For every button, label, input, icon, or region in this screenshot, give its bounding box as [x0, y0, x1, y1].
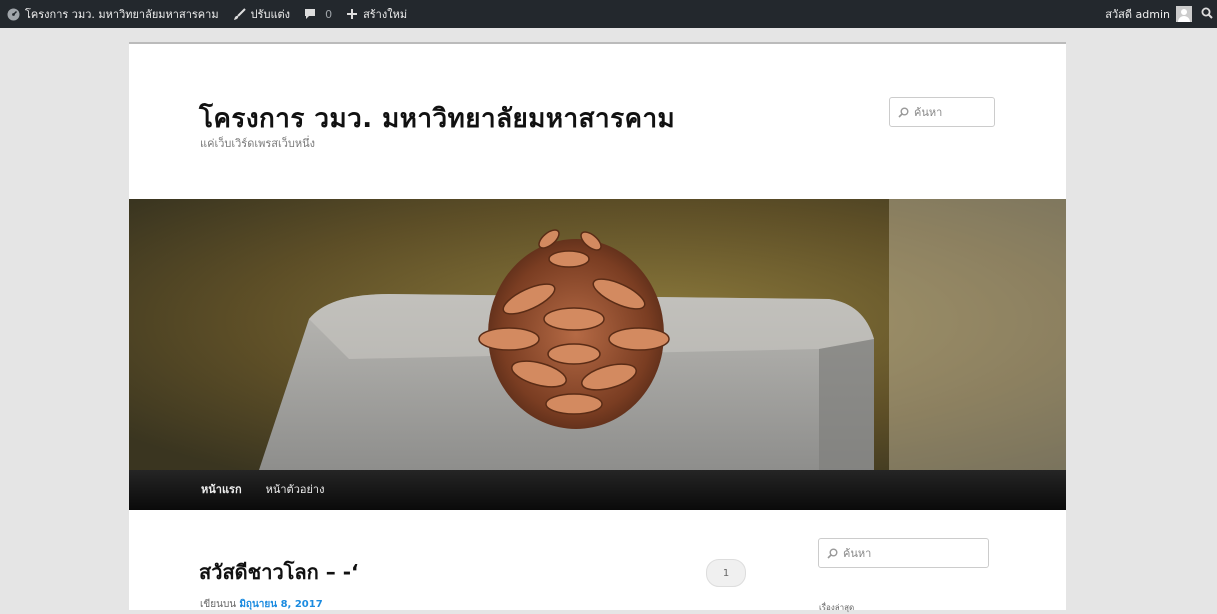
adminbar-site-link[interactable]: โครงการ วมว. มหาวิทยาลัยมหาสารคาม [0, 0, 226, 28]
search-icon [898, 107, 909, 118]
adminbar-comments-link[interactable]: 0 [297, 0, 339, 28]
sidebar-search-input[interactable]: ค้นหา [818, 538, 989, 568]
post-title[interactable]: สวัสดีชาวโลก – -‘ [199, 556, 359, 588]
adminbar-new-link[interactable]: สร้างใหม่ [339, 0, 414, 28]
adminbar-customize-link[interactable]: ปรับแต่ง [226, 0, 297, 28]
plus-icon [346, 8, 358, 20]
avatar [1176, 6, 1192, 22]
search-icon [1201, 7, 1213, 22]
adminbar-new-label: สร้างใหม่ [363, 8, 408, 21]
main-navigation: หน้าแรก หน้าตัวอย่าง [129, 470, 1066, 510]
page-container: โครงการ วมว. มหาวิทยาลัยมหาสารคาม แค่เว็… [129, 42, 1066, 612]
sidebar-search-placeholder: ค้นหา [843, 547, 872, 560]
dashboard-icon [7, 8, 20, 21]
adminbar-comments-count: 0 [325, 7, 333, 21]
adminbar-search-button[interactable] [1199, 0, 1217, 28]
header-search-input[interactable]: ค้นหา [889, 97, 995, 127]
nav-item-home[interactable]: หน้าแรก [189, 470, 254, 510]
brush-icon [233, 7, 246, 21]
post-meta: เขียนบน มิถุนายน 8, 2017 [200, 597, 323, 612]
header-search-placeholder: ค้นหา [914, 106, 943, 119]
comment-count: 1 [722, 567, 730, 579]
comment-icon [304, 8, 316, 20]
adminbar-account-link[interactable]: สวัสดี admin [1098, 0, 1199, 28]
adminbar-greeting: สวัสดี admin [1105, 8, 1170, 21]
post-meta-prefix: เขียนบน [200, 599, 237, 610]
header-image [129, 199, 1066, 470]
site-description: แค่เว็บเวิร์ดเพรสเว็บหนึ่ง [200, 137, 316, 150]
site-title[interactable]: โครงการ วมว. มหาวิทยาลัยมหาสารคาม [199, 98, 675, 139]
admin-bar: โครงการ วมว. มหาวิทยาลัยมหาสารคาม ปรับแต… [0, 0, 1217, 28]
adminbar-site-name: โครงการ วมว. มหาวิทยาลัยมหาสารคาม [25, 8, 219, 21]
post-date-link[interactable]: มิถุนายน 8, 2017 [239, 599, 322, 610]
search-icon [827, 548, 838, 559]
nav-item-sample-page[interactable]: หน้าตัวอย่าง [254, 470, 337, 510]
comment-count-bubble[interactable]: 1 [706, 559, 746, 587]
adminbar-customize-label: ปรับแต่ง [250, 8, 291, 21]
